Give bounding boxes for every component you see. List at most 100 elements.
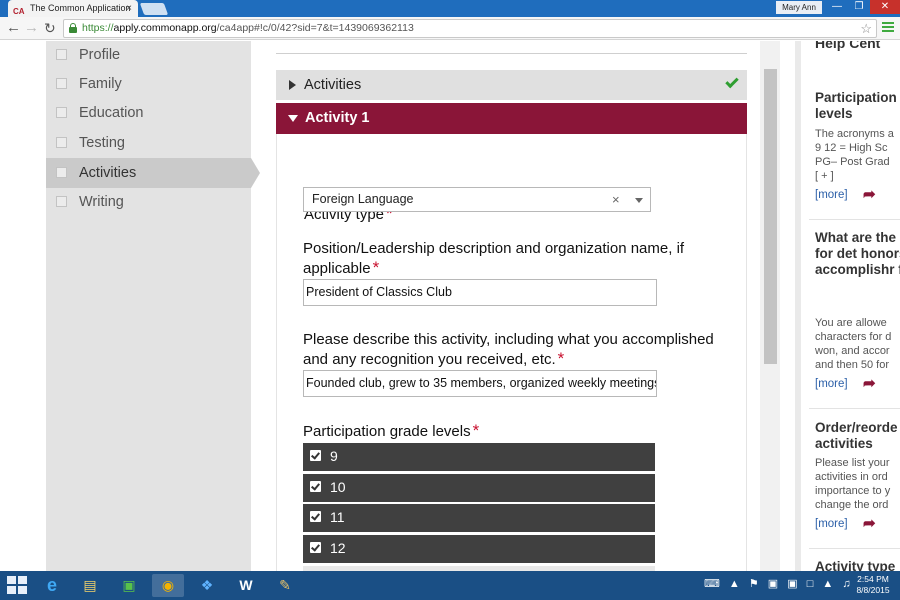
word-icon[interactable]: W (230, 574, 262, 597)
sidebar-item-testing[interactable]: Testing (46, 129, 251, 157)
collapse-arrow-icon (289, 80, 296, 90)
sidebar-item-label: Testing (79, 135, 125, 151)
help-item-title: What are the limits for det honors won, … (815, 230, 900, 277)
sidebar-checkbox (56, 196, 67, 207)
taskbar-clock[interactable]: 2:54 PM 8/8/2015 (850, 574, 896, 596)
sidebar-checkbox (56, 49, 67, 60)
sidebar-checkbox (56, 78, 67, 89)
checked-box-icon (310, 450, 321, 461)
lock-icon (69, 23, 77, 33)
sidebar-item-writing[interactable]: Writing (46, 188, 251, 216)
browser-menu-icon[interactable] (882, 22, 894, 33)
grade-9-checkbox[interactable]: 9 (303, 443, 655, 471)
sidebar-item-activities[interactable]: Activities (46, 158, 260, 188)
tab-close-icon[interactable]: × (126, 0, 132, 17)
window-restore-icon[interactable]: ❐ (848, 0, 870, 14)
address-bar[interactable]: https://apply.commonapp.org/ca4app#!c/0/… (63, 19, 877, 38)
dropbox-icon[interactable]: ❖ (191, 574, 223, 597)
grade-label: 9 (330, 448, 338, 464)
help-center-panel: Help Cent Participation grade levels The… (795, 41, 900, 571)
sidebar-checkbox (56, 137, 67, 148)
activity-type-value: Foreign Language (312, 192, 414, 206)
divider (809, 408, 900, 409)
description-input[interactable]: Founded club, grew to 35 members, organi… (303, 370, 657, 397)
help-more-link[interactable]: [more] (815, 189, 848, 201)
divider (276, 53, 747, 54)
dropdown-arrow-icon[interactable] (635, 198, 643, 203)
complete-check-icon (725, 74, 739, 89)
clear-selection-icon[interactable]: × (612, 188, 620, 211)
required-mark: * (372, 258, 380, 277)
grade-10-checkbox[interactable]: 10 (303, 474, 655, 502)
windows-taskbar: e ▤ ▣ ◉ ❖ W ✎ ⌨ ▲ ⚑ ▣ ▣ □ ▲ ♫ 2:54 PM 8/… (0, 571, 900, 600)
share-arrow-icon[interactable]: ➦ (863, 185, 876, 203)
required-mark: * (557, 349, 565, 368)
sidebar-item-label: Education (79, 105, 144, 121)
sidebar-item-label: Writing (79, 194, 124, 210)
commonapp-favicon-icon: CA (13, 7, 25, 16)
checked-box-icon (310, 481, 321, 492)
grade-label: 10 (330, 479, 346, 495)
windows-start-icon[interactable] (7, 576, 27, 594)
sidebar-checkbox (56, 167, 67, 178)
help-item-body: Please list your activities in ord impor… (815, 457, 891, 511)
new-tab-button[interactable] (139, 3, 169, 15)
internet-explorer-icon[interactable]: e (36, 574, 68, 597)
scrollbar-thumb[interactable] (764, 69, 777, 364)
grade-11-checkbox[interactable]: 11 (303, 504, 655, 532)
sidebar-item-profile[interactable]: Profile (46, 41, 251, 69)
help-more-link[interactable]: [more] (815, 518, 848, 530)
window-close-icon[interactable]: ✕ (870, 0, 900, 14)
forward-arrow-icon[interactable]: → (24, 19, 39, 37)
store-icon[interactable]: ▣ (113, 574, 145, 597)
help-item-body: The acronyms a 9 12 = High Sc PG– Post G… (815, 128, 894, 182)
divider (809, 548, 900, 549)
help-item-title: Activity type (815, 559, 896, 571)
help-item-title: Participation grade levels (815, 90, 900, 121)
grade-levels-label: Participation grade levels * (303, 421, 480, 440)
browser-tab[interactable]: CA The Common Application × (8, 0, 138, 17)
sidebar-checkbox (56, 107, 67, 118)
activities-form: Activities Activity 1 Activity type * For… (276, 41, 747, 571)
grade-12-checkbox[interactable]: 12 (303, 535, 655, 563)
url-text: https://apply.commonapp.org/ca4app#!c/0/… (82, 22, 414, 34)
tab-title: The Common Application (30, 3, 131, 13)
chrome-icon[interactable]: ◉ (152, 574, 184, 597)
checked-box-icon (310, 542, 321, 553)
sidebar-item-label: Activities (79, 165, 137, 181)
expand-arrow-icon (288, 115, 298, 122)
sidebar-item-label: Profile (79, 47, 121, 63)
position-input[interactable]: President of Classics Club (303, 279, 657, 306)
grade-label: 11 (330, 509, 345, 525)
file-explorer-icon[interactable]: ▤ (74, 574, 106, 597)
browser-user-badge[interactable]: Mary Ann (776, 1, 822, 14)
activity-1-header[interactable]: Activity 1 (276, 103, 747, 134)
sidebar-item-label: Family (79, 76, 122, 92)
clock-date: 8/8/2015 (856, 585, 890, 595)
paint-icon[interactable]: ✎ (269, 574, 301, 597)
section-title: Activities (304, 77, 362, 93)
help-item-title: Order/reorde activities (815, 420, 898, 451)
help-item-body: You are allowe characters for d won, and… (815, 317, 892, 371)
activity-title: Activity 1 (305, 110, 370, 126)
clock-time: 2:54 PM (857, 574, 889, 584)
system-tray-icons[interactable]: ⌨ ▲ ⚑ ▣ ▣ □ ▲ ♫ (704, 577, 854, 590)
browser-titlebar: CA The Common Application × Mary Ann — ❐… (0, 0, 900, 17)
help-more-link[interactable]: [more] (815, 378, 848, 390)
bookmark-star-icon[interactable]: ☆ (860, 20, 872, 37)
share-arrow-icon[interactable]: ➦ (863, 514, 876, 532)
divider (809, 219, 900, 220)
activity-type-select[interactable]: Foreign Language × (303, 187, 651, 212)
sidebar-item-education[interactable]: Education (46, 99, 251, 127)
sidebar-item-family[interactable]: Family (46, 70, 251, 98)
back-arrow-icon[interactable]: ← (6, 19, 21, 37)
checked-box-icon (310, 511, 321, 522)
share-arrow-icon[interactable]: ➦ (863, 374, 876, 392)
page-content: Profile Family Education Testing Activit… (0, 41, 900, 571)
window-minimize-icon[interactable]: — (826, 0, 848, 14)
reload-icon[interactable]: ↻ (44, 19, 56, 37)
help-center-title: Help Cent (815, 41, 881, 51)
required-mark: * (472, 421, 480, 440)
activities-section-header[interactable]: Activities (276, 70, 747, 100)
description-label: Please describe this activity, including… (303, 331, 714, 368)
